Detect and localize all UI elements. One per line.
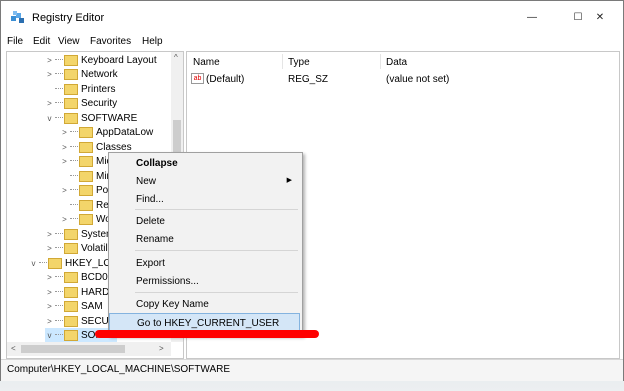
expand-icon[interactable]: >	[60, 128, 69, 137]
tree-item-sam[interactable]: > SAM	[45, 299, 103, 313]
menu-separator	[135, 250, 298, 251]
tree-horizontal-scrollbar[interactable]: < >	[7, 342, 171, 356]
menu-item-copy-key-name[interactable]: Copy Key Name	[109, 295, 300, 313]
folder-icon	[64, 97, 78, 109]
table-row[interactable]: ab (Default) REG_SZ (value not set)	[187, 72, 617, 87]
folder-icon	[79, 199, 93, 211]
menu-bar: File Edit View Favorites Help	[1, 34, 623, 50]
tree-item-appdatalow[interactable]: > AppDataLow	[60, 125, 153, 139]
folder-icon	[64, 83, 78, 95]
menu-item-collapse[interactable]: Collapse	[109, 154, 300, 172]
tree-item-keyboard-layout[interactable]: > Keyboard Layout	[45, 53, 157, 67]
folder-icon	[79, 170, 93, 182]
close-button[interactable]: ✕	[577, 1, 623, 34]
folder-icon	[64, 112, 78, 124]
column-type-header[interactable]: Type	[288, 57, 310, 68]
menu-item-export[interactable]: Export	[109, 254, 300, 272]
folder-icon	[64, 54, 78, 66]
minimize-icon: —	[527, 12, 537, 23]
title-bar[interactable]: Registry Editor — ☐ ✕	[1, 1, 623, 34]
registry-editor-window: Registry Editor — ☐ ✕ File Edit View Fav…	[0, 0, 624, 381]
expand-icon[interactable]: >	[60, 143, 69, 152]
menu-edit[interactable]: Edit	[33, 36, 50, 47]
window-title: Registry Editor	[32, 12, 105, 24]
value-name: (Default)	[206, 74, 245, 85]
folder-icon	[64, 242, 78, 254]
expand-icon[interactable]: >	[45, 230, 54, 239]
expand-icon[interactable]: >	[60, 215, 69, 224]
menu-item-go-to-hkcu[interactable]: Go to HKEY_CURRENT_USER	[109, 313, 300, 331]
folder-icon	[64, 271, 78, 283]
expand-icon[interactable]: >	[45, 244, 54, 253]
menu-item-new[interactable]: New ▶	[109, 172, 300, 190]
column-data-header[interactable]: Data	[386, 57, 407, 68]
column-name-header[interactable]: Name	[193, 57, 220, 68]
folder-icon	[64, 315, 78, 327]
expand-icon[interactable]: >	[45, 56, 54, 65]
menu-favorites[interactable]: Favorites	[90, 36, 131, 47]
collapse-icon[interactable]: v	[45, 114, 54, 123]
menu-separator	[135, 292, 298, 293]
status-path: Computer\HKEY_LOCAL_MACHINE\SOFTWARE	[7, 364, 231, 375]
folder-icon	[64, 300, 78, 312]
folder-icon	[79, 184, 93, 196]
context-menu: Collapse New ▶ Find... Delete Rename Expo…	[108, 152, 303, 336]
expand-icon[interactable]: >	[45, 99, 54, 108]
tree-item-system[interactable]: > System	[45, 227, 114, 241]
folder-icon	[48, 257, 62, 269]
folder-icon	[64, 68, 78, 80]
scroll-right-icon[interactable]: >	[159, 344, 164, 353]
folder-icon	[64, 286, 78, 298]
menu-item-rename[interactable]: Rename	[109, 230, 300, 248]
menu-item-find[interactable]: Find...	[109, 190, 300, 208]
expand-icon[interactable]: >	[60, 157, 69, 166]
expand-icon[interactable]: >	[45, 317, 54, 326]
menu-separator	[135, 209, 298, 210]
folder-icon	[79, 213, 93, 225]
menu-view[interactable]: View	[58, 36, 80, 47]
folder-icon	[79, 141, 93, 153]
value-type: REG_SZ	[288, 74, 329, 85]
tree-item-network[interactable]: > Network	[45, 67, 118, 81]
close-icon: ✕	[595, 12, 605, 23]
menu-item-permissions[interactable]: Permissions...	[109, 272, 300, 290]
registry-editor-icon	[11, 11, 24, 23]
value-data: (value not set)	[386, 74, 450, 85]
tree-item-volatile[interactable]: > Volatile	[45, 241, 113, 255]
tree-item-printers[interactable]: Printers	[45, 82, 115, 96]
scroll-up-icon[interactable]: ^	[174, 53, 178, 62]
tree-item-security[interactable]: > Security	[45, 96, 117, 110]
horizontal-scroll-thumb[interactable]	[21, 345, 125, 353]
annotation-underline	[95, 330, 319, 338]
folder-icon	[79, 155, 93, 167]
expand-icon[interactable]: >	[45, 288, 54, 297]
menu-file[interactable]: File	[7, 36, 23, 47]
folder-icon	[64, 228, 78, 240]
status-bar: Computer\HKEY_LOCAL_MACHINE\SOFTWARE	[1, 359, 623, 381]
expand-icon[interactable]: >	[45, 302, 54, 311]
tree-item-micr[interactable]: > Micr	[60, 154, 115, 168]
scroll-left-icon[interactable]: <	[11, 344, 16, 353]
submenu-arrow-icon: ▶	[286, 177, 292, 184]
minimize-button[interactable]: —	[509, 1, 555, 34]
menu-help[interactable]: Help	[142, 36, 163, 47]
tree-item-software[interactable]: v SOFTWARE	[45, 111, 137, 125]
string-value-icon: ab	[191, 73, 204, 84]
expand-icon[interactable]: >	[60, 186, 69, 195]
collapse-icon[interactable]: v	[45, 331, 54, 340]
folder-icon	[79, 126, 93, 138]
expand-icon[interactable]: >	[45, 70, 54, 79]
menu-item-delete[interactable]: Delete	[109, 212, 300, 230]
expand-icon[interactable]: >	[45, 273, 54, 282]
collapse-icon[interactable]: v	[29, 259, 38, 268]
folder-icon	[64, 329, 78, 341]
